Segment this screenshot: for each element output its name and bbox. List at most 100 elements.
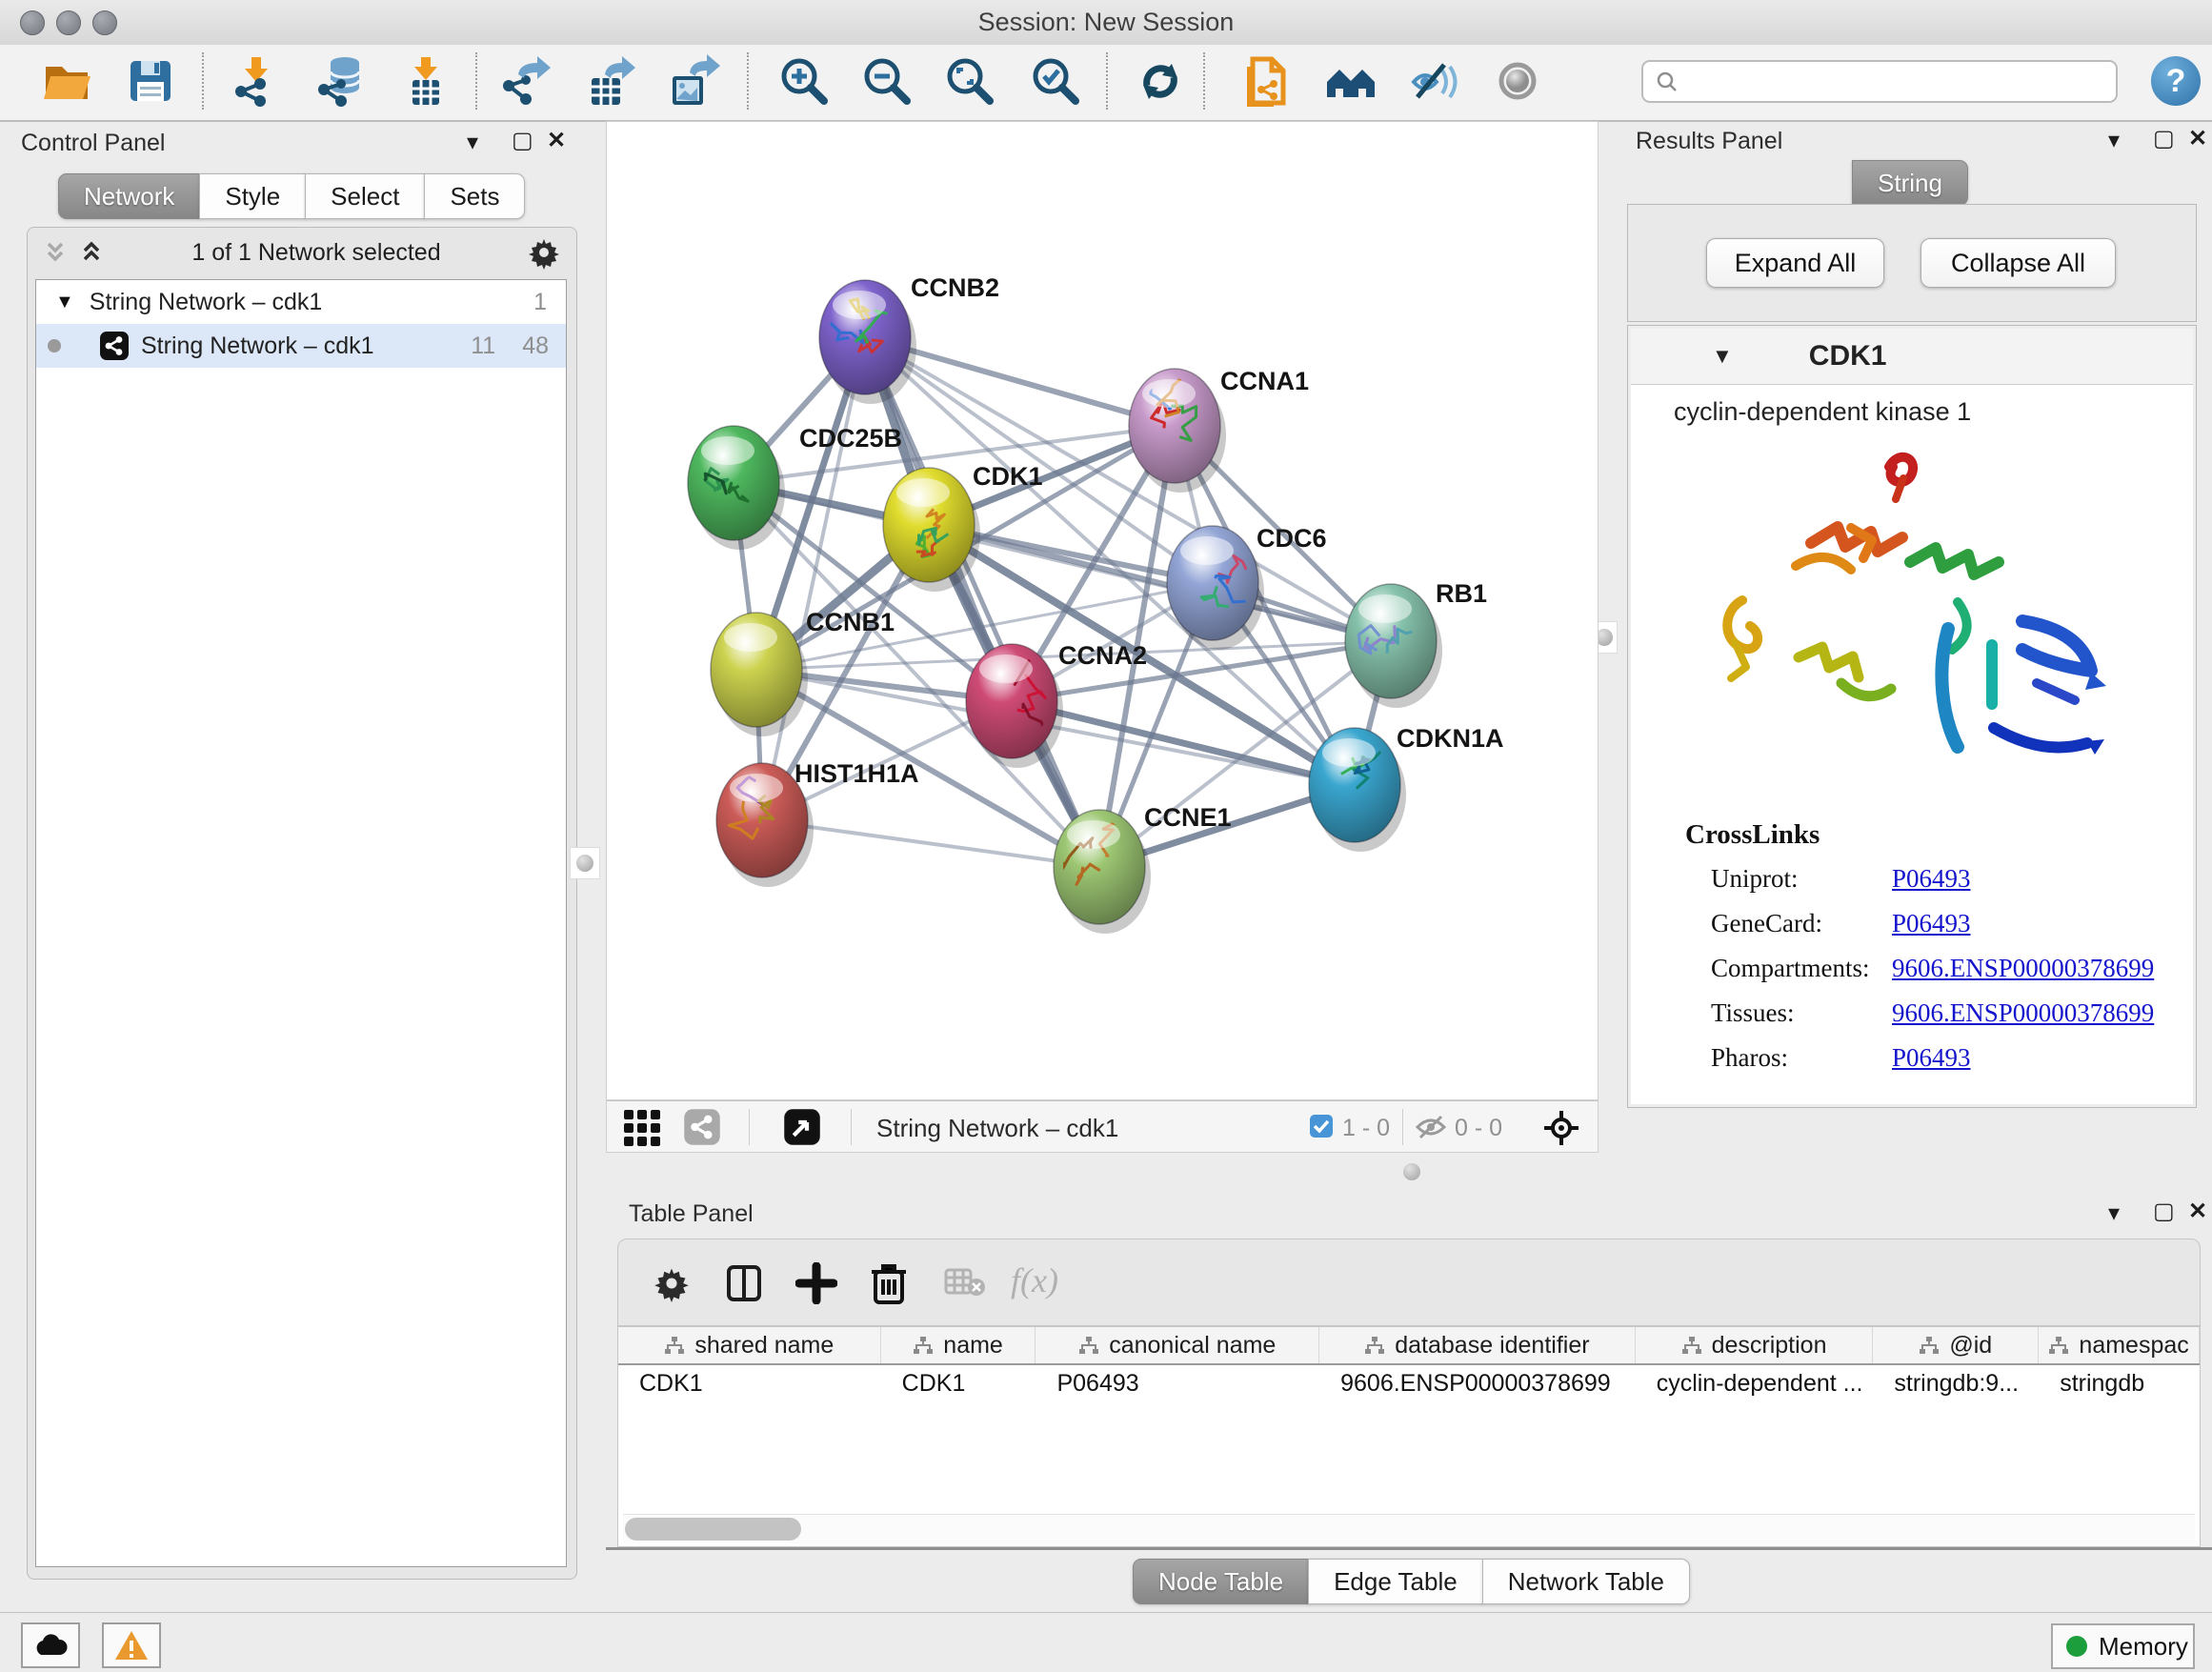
export-network-icon[interactable] bbox=[499, 53, 554, 109]
tab-edge-table[interactable]: Edge Table bbox=[1308, 1559, 1483, 1604]
export-table-icon[interactable] bbox=[582, 53, 637, 109]
tab-network-table[interactable]: Network Table bbox=[1482, 1559, 1690, 1604]
zoom-in-icon[interactable] bbox=[775, 53, 831, 109]
zoom-fit-icon[interactable] bbox=[941, 53, 996, 109]
disclosure-triangle-icon[interactable]: ▼ bbox=[55, 292, 74, 313]
search-field[interactable] bbox=[1641, 60, 2118, 103]
zoom-out-icon[interactable] bbox=[858, 53, 914, 109]
column-settings-icon[interactable] bbox=[723, 1262, 765, 1304]
memory-button[interactable]: Memory bbox=[2051, 1623, 2195, 1669]
column-header-0[interactable]: shared name bbox=[618, 1327, 881, 1363]
tab-node-table[interactable]: Node Table bbox=[1133, 1559, 1309, 1604]
network-collection-row[interactable]: ▼ String Network – cdk1 1 bbox=[36, 280, 566, 324]
window-close-button[interactable] bbox=[20, 10, 45, 35]
node-CCNB2[interactable] bbox=[819, 280, 916, 404]
selected-checkbox-icon[interactable] bbox=[1310, 1115, 1333, 1138]
expand-all-chevron-icon[interactable] bbox=[77, 238, 106, 267]
help-icon[interactable]: ? bbox=[2151, 56, 2201, 106]
gear-icon[interactable] bbox=[527, 235, 561, 270]
collapse-all-button[interactable]: Collapse All bbox=[1920, 238, 2116, 288]
cell-3[interactable]: 9606.ENSP00000378699 bbox=[1319, 1365, 1636, 1401]
hidden-eye-icon[interactable] bbox=[1415, 1114, 1447, 1140]
search-input[interactable] bbox=[1687, 68, 2116, 96]
network-row[interactable]: String Network – cdk1 11 48 bbox=[36, 324, 566, 368]
table-panel-title: Table Panel bbox=[629, 1200, 754, 1228]
label-visibility-icon[interactable] bbox=[1406, 53, 1461, 109]
column-header-6[interactable]: namespac bbox=[2039, 1327, 2200, 1363]
node-CDK1[interactable] bbox=[883, 468, 980, 592]
table-row[interactable]: CDK1CDK1P064939606.ENSP00000378699cyclin… bbox=[618, 1365, 2200, 1401]
node-CDKN1A[interactable] bbox=[1309, 728, 1406, 852]
save-session-icon[interactable] bbox=[123, 53, 178, 109]
expand-all-button[interactable]: Expand All bbox=[1706, 238, 1884, 288]
home-networks-icon[interactable] bbox=[1323, 53, 1378, 109]
node-CDC6[interactable] bbox=[1167, 526, 1264, 650]
results-panel-collapse-icon[interactable]: ▾ bbox=[2108, 130, 2120, 152]
control-panel-float-icon[interactable]: ▢ bbox=[512, 130, 533, 152]
crosslink-link[interactable]: P06493 bbox=[1892, 909, 1971, 954]
window-zoom-button[interactable] bbox=[92, 10, 117, 35]
warning-status-button[interactable] bbox=[102, 1622, 161, 1668]
table-gear-icon[interactable] bbox=[653, 1264, 691, 1302]
window-minimize-button[interactable] bbox=[56, 10, 81, 35]
table-panel-close-icon[interactable]: ✕ bbox=[2188, 1200, 2207, 1223]
tab-select[interactable]: Select bbox=[305, 173, 425, 219]
control-panel-collapse-icon[interactable]: ▾ bbox=[467, 131, 478, 154]
share-view-icon[interactable] bbox=[683, 1108, 721, 1146]
node-CCNE1[interactable] bbox=[1054, 810, 1151, 934]
cell-2[interactable]: P06493 bbox=[1036, 1365, 1319, 1401]
column-header-2[interactable]: canonical name bbox=[1036, 1327, 1319, 1363]
left-splitter-handle[interactable] bbox=[570, 847, 600, 879]
cell-1[interactable]: CDK1 bbox=[881, 1365, 1036, 1401]
cell-0[interactable]: CDK1 bbox=[618, 1365, 881, 1401]
open-session-icon[interactable] bbox=[39, 53, 94, 109]
zoom-selected-icon[interactable] bbox=[1027, 53, 1082, 109]
crosslink-link[interactable]: P06493 bbox=[1892, 864, 1971, 909]
column-header-1[interactable]: name bbox=[881, 1327, 1036, 1363]
gene-section-header[interactable]: ▼ CDK1 bbox=[1631, 329, 2193, 385]
export-image-icon[interactable] bbox=[665, 53, 720, 109]
column-header-3[interactable]: database identifier bbox=[1319, 1327, 1636, 1363]
cell-5[interactable]: stringdb:9... bbox=[1873, 1365, 2039, 1401]
edge-CCNB2-HIST1H1A[interactable] bbox=[762, 337, 865, 820]
node-CCNB1[interactable] bbox=[711, 613, 808, 736]
tab-network[interactable]: Network bbox=[58, 173, 200, 219]
network-view-title: String Network – cdk1 bbox=[876, 1114, 1118, 1143]
cell-6[interactable]: stringdb bbox=[2039, 1365, 2200, 1401]
scrollbar-thumb[interactable] bbox=[625, 1518, 801, 1541]
crosslink-link[interactable]: P06493 bbox=[1892, 1043, 1971, 1088]
tab-style[interactable]: Style bbox=[199, 173, 306, 219]
collapse-all-chevron-icon[interactable] bbox=[41, 238, 70, 267]
import-database-icon[interactable] bbox=[312, 53, 368, 109]
import-network-icon[interactable] bbox=[228, 53, 283, 109]
delete-table-icon-disabled bbox=[944, 1268, 986, 1299]
gene-disclosure-icon[interactable]: ▼ bbox=[1712, 344, 1733, 369]
fit-content-icon[interactable] bbox=[1542, 1109, 1580, 1147]
column-header-5[interactable]: @id bbox=[1873, 1327, 2039, 1363]
crosslink-link[interactable]: 9606.ENSP00000378699 bbox=[1892, 998, 2154, 1043]
tab-sets[interactable]: Sets bbox=[424, 173, 525, 219]
birdseye-view-icon[interactable] bbox=[783, 1108, 821, 1146]
results-panel-close-icon[interactable]: ✕ bbox=[2188, 128, 2207, 151]
string-document-icon[interactable] bbox=[1237, 53, 1293, 109]
refresh-icon[interactable] bbox=[1133, 53, 1188, 109]
control-panel-close-icon[interactable]: ✕ bbox=[547, 130, 566, 152]
column-header-4[interactable]: description bbox=[1636, 1327, 1874, 1363]
cell-4[interactable]: cyclin-dependent ... bbox=[1636, 1365, 1874, 1401]
control-panel-tabs: Network Style Select Sets bbox=[59, 173, 525, 219]
add-column-icon[interactable] bbox=[795, 1262, 837, 1304]
node-RB1[interactable] bbox=[1345, 584, 1442, 708]
network-canvas[interactable]: CCNB2CCNA1CDC25BCDK1CDC6RB1CCNB1CCNA2CDK… bbox=[606, 121, 1599, 1100]
import-table-icon[interactable] bbox=[397, 53, 452, 109]
cloud-status-button[interactable] bbox=[21, 1622, 80, 1668]
tab-string[interactable]: String bbox=[1852, 160, 1968, 206]
delete-column-icon[interactable] bbox=[868, 1260, 910, 1306]
sphere-icon[interactable] bbox=[1490, 53, 1545, 109]
table-panel-float-icon[interactable]: ▢ bbox=[2153, 1200, 2175, 1223]
results-panel-float-icon[interactable]: ▢ bbox=[2153, 128, 2175, 151]
horizontal-splitter-handle[interactable] bbox=[1403, 1163, 1420, 1180]
memory-label: Memory bbox=[2099, 1632, 2188, 1662]
table-panel-collapse-icon[interactable]: ▾ bbox=[2108, 1202, 2120, 1225]
grid-view-icon[interactable] bbox=[622, 1108, 662, 1148]
crosslink-link[interactable]: 9606.ENSP00000378699 bbox=[1892, 954, 2154, 998]
